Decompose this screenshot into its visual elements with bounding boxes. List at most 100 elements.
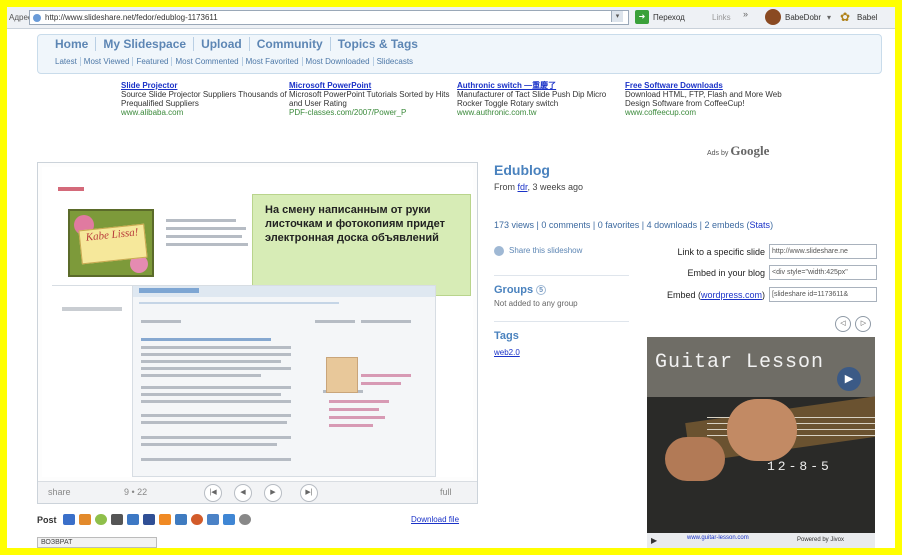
go-arrow-icon[interactable]: ➜	[635, 10, 649, 24]
prev-slide-icon[interactable]: ◀	[234, 484, 252, 502]
player-controls: share 9 • 22 |◀ ◀ ▶ ▶| full	[38, 481, 477, 503]
wordpress-link[interactable]: wordpress.com	[701, 290, 762, 300]
embed-wp-label: Embed (wordpress.com)	[667, 290, 765, 300]
nav-community[interactable]: Community	[250, 37, 331, 51]
ad-item[interactable]: Slide Projector Source Slide Projector S…	[121, 81, 287, 117]
subnav-featured[interactable]: Featured	[133, 57, 173, 66]
ads-by-prefix: Ads by	[707, 150, 729, 157]
delicious-icon[interactable]	[63, 514, 75, 525]
ad-url[interactable]: www.authronic.com.tw	[457, 108, 623, 117]
ad-url[interactable]: www.coffeecup.com	[625, 108, 791, 117]
share-slideshow-label[interactable]: Share this slideshow	[509, 246, 582, 255]
ad-title[interactable]: Free Software Downloads	[625, 81, 791, 90]
subnav-most-favorited[interactable]: Most Favorited	[243, 57, 303, 66]
slide-text-line	[141, 393, 281, 396]
embed-blog-field[interactable]: <div style="width:425px"	[769, 265, 877, 280]
slide-text-line	[141, 374, 261, 377]
groups-title: Groups	[494, 284, 534, 296]
tags-heading: Tags	[494, 330, 519, 342]
ad-title[interactable]: Microsoft PowerPoint	[289, 81, 455, 90]
subnav-most-commented[interactable]: Most Commented	[172, 57, 243, 66]
ads-by-google[interactable]: Ads by Google	[707, 143, 769, 159]
facebook-icon[interactable]	[143, 514, 155, 525]
next-icon[interactable]: ▷	[855, 316, 872, 332]
author-link[interactable]: fdr	[518, 182, 528, 192]
embed-wp-field[interactable]: [slideshare id=1173611&	[769, 287, 877, 302]
ad-item[interactable]: Authronic switch —重慶了 Manufacturer of Ta…	[457, 81, 623, 117]
subnav-most-downloaded[interactable]: Most Downloaded	[303, 57, 374, 66]
ad-item[interactable]: Free Software Downloads Download HTML, F…	[625, 81, 791, 117]
nav-my-slidespace[interactable]: My Slidespace	[96, 37, 195, 51]
hand-shape	[665, 437, 725, 481]
address-url[interactable]: http://www.slideshare.net/fedor/edublog-…	[45, 13, 218, 22]
blogger-icon[interactable]	[159, 514, 171, 525]
video-play-icon[interactable]: ▶	[837, 367, 861, 391]
download-file-link[interactable]: Download file	[411, 515, 459, 524]
go-button[interactable]: Переход	[653, 13, 685, 22]
address-dropdown-icon[interactable]: ▾	[611, 11, 623, 22]
yahoo-icon[interactable]	[111, 514, 123, 525]
share-slideshow[interactable]: Share this slideshow	[494, 246, 629, 256]
slide-picture: Kabe Lissa!	[68, 209, 154, 277]
site-nav: Home My Slidespace Upload Community Topi…	[37, 34, 882, 74]
user1-dropdown-icon[interactable]: ▾	[827, 13, 831, 22]
subnav-latest[interactable]: Latest	[52, 57, 81, 66]
nav-upload[interactable]: Upload	[194, 37, 250, 51]
ad-title[interactable]: Slide Projector	[121, 81, 287, 90]
first-slide-icon[interactable]: |◀	[204, 484, 222, 502]
nav-home[interactable]: Home	[48, 37, 97, 51]
comments-link[interactable]: 0 comments	[541, 220, 590, 230]
ad-body: Microsoft PowerPoint Tutorials Sorted by…	[289, 90, 450, 108]
fullscreen-button[interactable]: full	[440, 487, 452, 497]
ad-title[interactable]: Authronic switch —重慶了	[457, 81, 623, 90]
link-slide-field[interactable]: http://www.slideshare.ne	[769, 244, 877, 259]
video-counter: 12-8-5	[767, 459, 832, 474]
embed-wp-prefix: Embed (	[666, 290, 701, 300]
toolbar-more-button[interactable]: »	[743, 9, 748, 19]
user-avatar-icon[interactable]	[765, 9, 781, 25]
embed-blog-row: Embed in your blog <div style="width:425…	[627, 265, 877, 281]
groups-info-icon[interactable]: 5	[536, 285, 547, 296]
address-bar[interactable]: http://www.slideshare.net/fedor/edublog-…	[29, 10, 629, 25]
link-slide-label: Link to a specific slide	[677, 247, 765, 257]
ad-url[interactable]: PDF-classes.com/2007/Power_P	[289, 108, 455, 117]
subnav-slidecasts[interactable]: Slidecasts	[374, 57, 416, 66]
next-slide-icon[interactable]: ▶	[264, 484, 282, 502]
status-bar: ВОЗВРАТ	[37, 537, 157, 548]
user2-button[interactable]: Babel	[857, 13, 877, 22]
slide-text-line	[329, 416, 385, 419]
digg-icon[interactable]	[127, 514, 139, 525]
hi5-icon[interactable]	[79, 514, 91, 525]
embed-wp-suffix: )	[762, 290, 765, 300]
video-ad[interactable]: Guitar Lesson ▶ 12-8-5 ▶ www.guitar-less…	[647, 337, 875, 548]
email-icon[interactable]	[207, 514, 219, 525]
share-button[interactable]: share	[48, 487, 71, 497]
paw-icon[interactable]: ✿	[840, 10, 850, 24]
twitter-icon[interactable]	[223, 514, 235, 525]
slide-text-line	[329, 400, 389, 403]
ad-url[interactable]: www.alibaba.com	[121, 108, 287, 117]
more-share-icon[interactable]	[239, 514, 251, 525]
share-icon	[494, 246, 504, 256]
groups-text: Not added to any group	[494, 299, 578, 308]
video-url[interactable]: www.guitar-lesson.com	[687, 535, 749, 541]
stats-link[interactable]: Stats	[750, 220, 771, 230]
google-logo: Google	[730, 143, 770, 158]
tags-panel: Tags web2.0	[494, 321, 629, 361]
last-slide-icon[interactable]: ▶|	[300, 484, 318, 502]
video-provider: Powered by Jivox	[797, 537, 845, 543]
nav-topics-tags[interactable]: Topics & Tags	[331, 37, 425, 51]
links-button[interactable]: Links	[712, 13, 731, 22]
user1-button[interactable]: BabeDobr	[785, 13, 821, 22]
stumbleupon-icon[interactable]	[95, 514, 107, 525]
play-icon[interactable]: ▶	[651, 536, 657, 545]
reddit-icon[interactable]	[191, 514, 203, 525]
slide-text-line	[315, 320, 355, 323]
main-nav: Home My Slidespace Upload Community Topi…	[48, 37, 425, 51]
myspace-icon[interactable]	[175, 514, 187, 525]
subnav-most-viewed[interactable]: Most Viewed	[81, 57, 134, 66]
tag-link[interactable]: web2.0	[494, 348, 520, 357]
ad-item[interactable]: Microsoft PowerPoint Microsoft PowerPoin…	[289, 81, 455, 117]
post-label: Post	[37, 515, 57, 525]
prev-icon[interactable]: ◁	[835, 316, 851, 332]
